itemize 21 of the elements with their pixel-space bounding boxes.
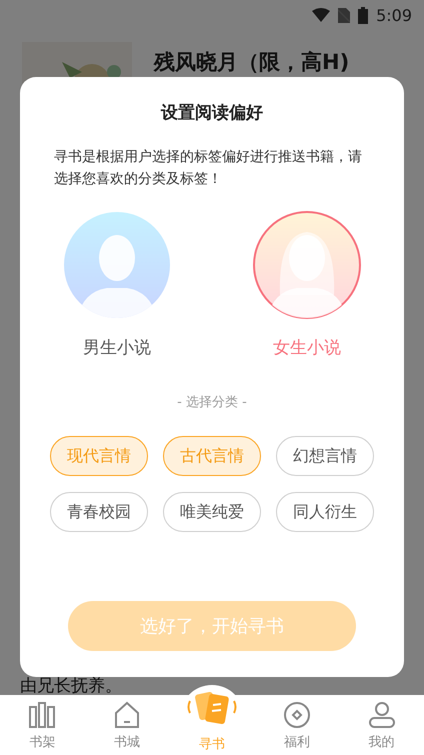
category-tag[interactable]: 现代言情 [50, 436, 148, 476]
battery-icon [358, 6, 368, 24]
section-label: - 选择分类 - [177, 394, 247, 411]
book-title: 残风晓月（限，高H) [154, 49, 350, 76]
no-sim-icon [338, 8, 350, 22]
wifi-icon [312, 8, 330, 22]
status-time: 5:09 [376, 6, 412, 24]
gender-option[interactable]: 女生小说 [252, 210, 362, 359]
category-tag[interactable]: 古代言情 [163, 436, 261, 476]
coin-icon [282, 701, 311, 729]
category-tag[interactable]: 同人衍生 [276, 492, 374, 532]
bookshelf-icon [28, 701, 56, 729]
book-excerpt: 由兄长抚养。 [20, 677, 122, 695]
gender-option[interactable]: 男生小说 [62, 210, 172, 359]
user-icon [368, 701, 396, 729]
category-tag[interactable]: 青春校园 [50, 492, 148, 532]
category-tag[interactable]: 幻想言情 [276, 436, 374, 476]
category-tag[interactable]: 唯美纯爱 [163, 492, 261, 532]
dialog-title: 设置阅读偏好 [161, 102, 263, 124]
home-icon [113, 701, 142, 729]
dialog-description: 寻书是根据用户选择的标签偏好进行推送书籍，请选择您喜欢的分类及标签！ [54, 148, 363, 189]
